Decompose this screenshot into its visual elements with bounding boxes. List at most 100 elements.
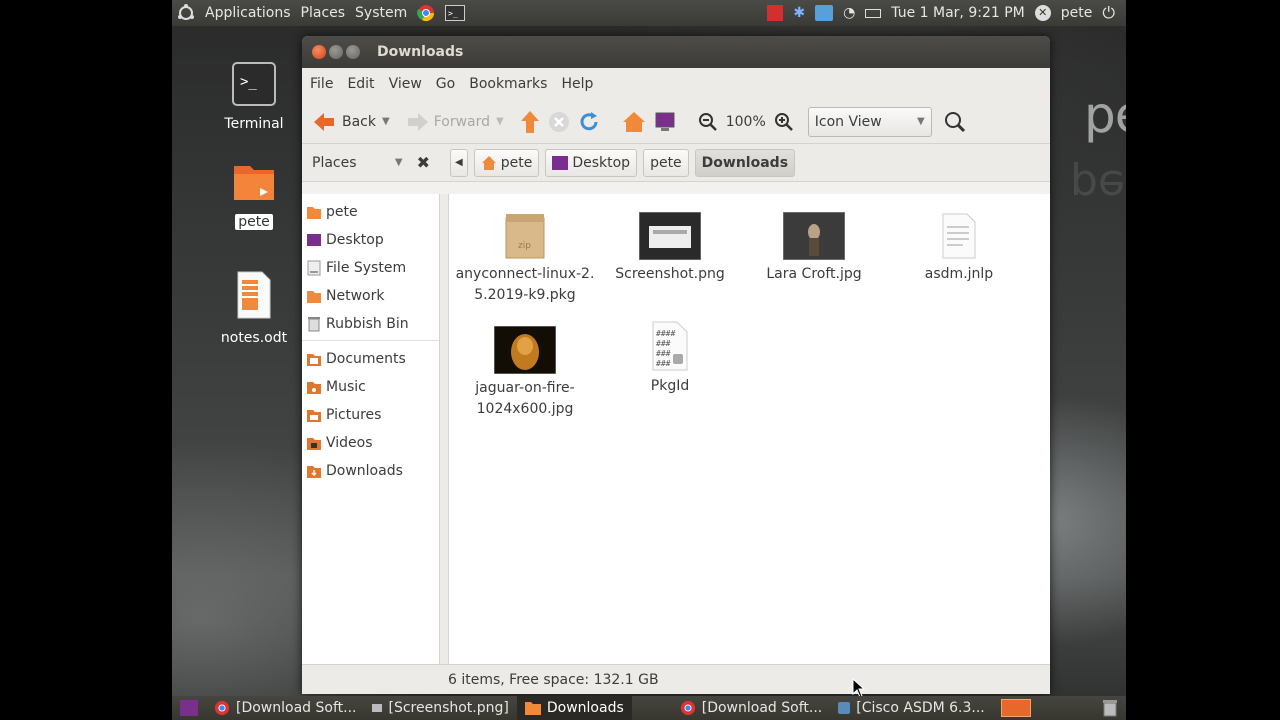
sidebar-item-file-system[interactable]: File System <box>302 254 439 282</box>
places-header[interactable]: Places ▼ ✖ <box>302 153 440 172</box>
desktop-icon-notes[interactable]: notes.odt <box>209 270 299 346</box>
breadcrumb-left-arrow[interactable]: ◀ <box>450 148 468 177</box>
back-button[interactable]: Back ▼ <box>308 104 394 140</box>
menu-edit[interactable]: Edit <box>347 76 374 92</box>
stop-button[interactable] <box>544 104 574 140</box>
file-name: asdm.jnlp <box>924 266 994 282</box>
bluetooth-icon[interactable]: ✱ <box>788 0 810 26</box>
zoom-in-button[interactable] <box>770 104 798 140</box>
svg-text:###: ### <box>656 349 671 358</box>
minimize-window-button[interactable] <box>329 45 343 59</box>
image-thumbnail <box>639 212 701 260</box>
reload-icon <box>580 111 598 130</box>
breadcrumb-pete[interactable]: pete <box>643 148 689 177</box>
file-item[interactable]: Screenshot.png <box>600 212 740 285</box>
taskbar-item[interactable]: [Download Soft... <box>206 696 364 720</box>
places-sidebar: pete Desktop File System Network Rubbish… <box>302 194 440 664</box>
file-icon-view[interactable]: zip anyconnect-linux-2. 5.2019-k9.pkg Sc… <box>448 194 1050 664</box>
folder-pictures-icon <box>307 410 321 422</box>
file-item[interactable]: zip anyconnect-linux-2. 5.2019-k9.pkg <box>455 212 595 306</box>
sidebar-item-desktop[interactable]: Desktop <box>302 226 439 254</box>
chrome-icon <box>214 700 230 716</box>
home-button[interactable] <box>618 104 650 140</box>
up-button[interactable] <box>516 104 544 140</box>
maximize-window-button[interactable] <box>346 45 360 59</box>
battery-icon[interactable] <box>860 0 886 26</box>
trash-icon[interactable] <box>1094 696 1126 720</box>
desktop-icon-home[interactable]: pete <box>209 158 299 230</box>
ubuntu-logo-icon[interactable] <box>172 0 200 26</box>
breadcrumb-desktop[interactable]: Desktop <box>545 148 638 177</box>
taskbar-item[interactable]: [Cisco ASDM 6.3... <box>830 696 993 720</box>
taskbar-item[interactable]: Downloads <box>516 696 632 720</box>
file-name: 5.2019-k9.pkg <box>474 287 576 303</box>
file-item[interactable]: jaguar-on-fire- 1024x600.jpg <box>455 326 595 420</box>
taskbar-item-label: [Screenshot.png] <box>388 700 509 716</box>
sidebar-item-documents[interactable]: Documents <box>302 345 439 373</box>
wifi-icon[interactable]: ◔ <box>838 0 860 26</box>
forward-history-caret[interactable]: ▼ <box>496 116 504 127</box>
workspace-switcher-icon[interactable] <box>993 696 1039 720</box>
back-label: Back <box>342 113 376 130</box>
zoom-out-button[interactable] <box>694 104 722 140</box>
search-button[interactable] <box>940 104 970 140</box>
file-manager-window: Downloads File Edit View Go Bookmarks He… <box>302 36 1050 694</box>
desktop-icon-terminal[interactable]: >_ Terminal <box>209 62 299 132</box>
file-name: 1024x600.jpg <box>476 401 574 417</box>
back-history-caret[interactable]: ▼ <box>382 116 390 127</box>
menu-go[interactable]: Go <box>436 76 455 92</box>
user-name[interactable]: pete <box>1056 0 1098 26</box>
file-name: Screenshot.png <box>615 266 725 282</box>
status-text: 6 items, Free space: 132.1 GB <box>448 671 659 688</box>
notification-red-icon[interactable] <box>762 0 788 26</box>
clock[interactable]: Tue 1 Mar, 9:21 PM <box>886 0 1029 26</box>
sidebar-item-videos[interactable]: Videos <box>302 429 439 457</box>
terminal-launcher-icon[interactable]: >_ <box>440 0 470 26</box>
close-sidebar-icon[interactable]: ✖ <box>417 153 430 172</box>
menu-places[interactable]: Places <box>296 0 351 26</box>
power-icon[interactable]: ⏻ <box>1097 0 1120 26</box>
view-mode-select[interactable]: Icon View ▼ <box>807 106 932 137</box>
window-title: Downloads <box>377 44 464 60</box>
sidebar-item-music[interactable]: Music <box>302 373 439 401</box>
user-status-icon[interactable]: ✕ <box>1030 0 1056 26</box>
menu-view[interactable]: View <box>389 76 422 92</box>
file-item[interactable]: #### ### ### ### PkgId <box>600 320 740 397</box>
sidebar-item-network[interactable]: Network <box>302 282 439 310</box>
places-dropdown-icon[interactable]: ▼ <box>395 157 403 168</box>
taskbar-item-label: [Download Soft... <box>701 700 823 716</box>
forward-button[interactable]: Forward ▼ <box>402 104 508 140</box>
menu-system[interactable]: System <box>350 0 412 26</box>
sidebar-item-label: Network <box>326 288 385 304</box>
sidebar-item-label: File System <box>326 260 407 276</box>
taskbar-item[interactable]: [Screenshot.png] <box>364 696 516 720</box>
sidebar-item-label: pete <box>326 204 358 220</box>
sidebar-item-pictures[interactable]: Pictures <box>302 401 439 429</box>
chrome-launcher-icon[interactable] <box>412 0 440 26</box>
sidebar-item-pete[interactable]: pete <box>302 198 439 226</box>
show-desktop-icon[interactable] <box>172 696 206 720</box>
bottom-taskbar: [Download Soft... [Screenshot.png] Downl… <box>172 696 1126 720</box>
computer-button[interactable] <box>650 104 680 140</box>
breadcrumb-downloads[interactable]: Downloads <box>694 148 796 177</box>
reload-button[interactable] <box>574 104 604 140</box>
menu-help[interactable]: Help <box>561 76 593 92</box>
taskbar-item[interactable]: [Download Soft... <box>672 696 830 720</box>
sidebar-resize-handle[interactable] <box>440 194 448 664</box>
file-item[interactable]: asdm.jnlp <box>889 212 1029 285</box>
window-titlebar[interactable]: Downloads <box>302 36 1050 68</box>
menu-file[interactable]: File <box>310 76 333 92</box>
sidebar-item-downloads[interactable]: Downloads <box>302 457 439 485</box>
chevron-down-icon: ▼ <box>917 116 925 127</box>
locked-file-icon: ############# <box>652 321 688 371</box>
file-item[interactable]: Lara Croft.jpg <box>744 212 884 285</box>
breadcrumb-pete-home[interactable]: pete <box>473 148 540 177</box>
menu-bookmarks[interactable]: Bookmarks <box>469 76 547 92</box>
close-window-button[interactable] <box>312 45 326 59</box>
document-icon <box>237 271 271 319</box>
sidebar-item-rubbish-bin[interactable]: Rubbish Bin <box>302 310 439 338</box>
home-folder-icon <box>234 166 274 200</box>
zoom-level[interactable]: 100% <box>722 104 770 140</box>
menu-applications[interactable]: Applications <box>200 0 296 26</box>
network-applet-icon[interactable] <box>810 0 838 26</box>
